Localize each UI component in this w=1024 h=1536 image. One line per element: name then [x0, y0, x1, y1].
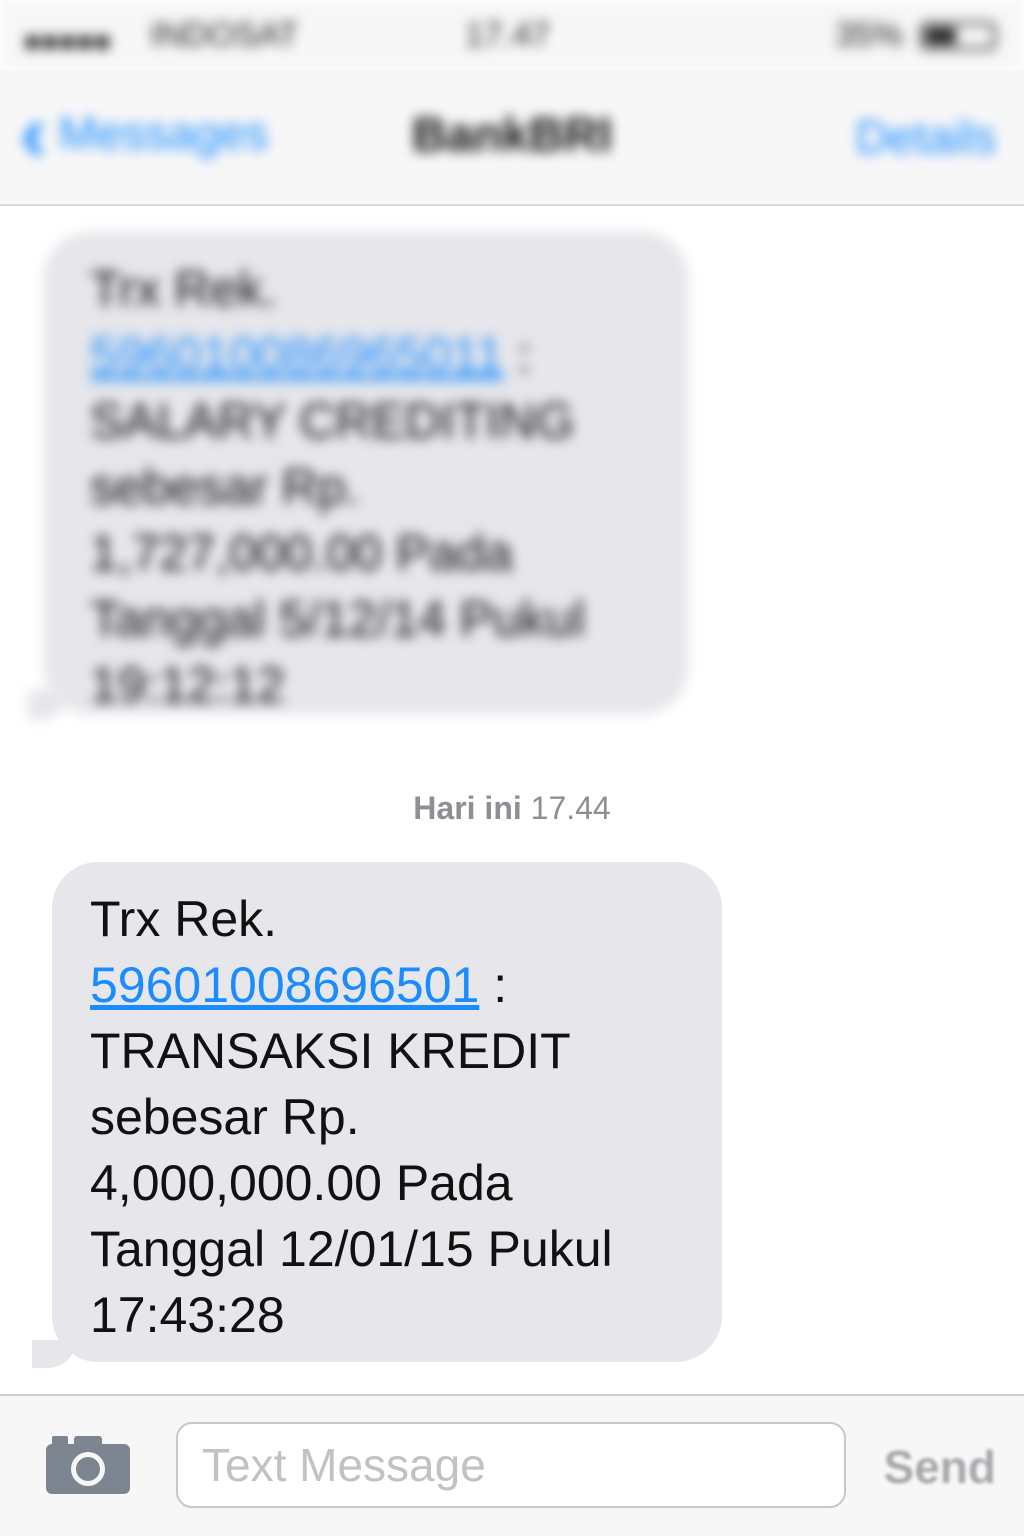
message-line: 59601008696501 :	[90, 952, 692, 1018]
message-bubble-previous[interactable]: Trx Rek. 596010086965011 : SALARY CREDIT…	[44, 232, 688, 714]
separator: :	[493, 957, 508, 1013]
details-button[interactable]: Details	[855, 110, 996, 164]
message-line: 19:12:12	[90, 657, 285, 713]
battery-percentage: 35%	[835, 16, 904, 54]
camera-icon	[46, 1436, 130, 1494]
message-line: Tanggal 12/01/15 Pukul	[90, 1221, 613, 1277]
message-line: sebesar Rp.	[90, 1089, 360, 1145]
message-composer: Send	[0, 1394, 1024, 1536]
message-timestamp: Hari ini 17.44	[0, 790, 1024, 827]
message-line: Trx Rek.	[90, 891, 278, 947]
status-bar: ●●●●● INDOSAT 17.47 35%	[0, 0, 1024, 70]
message-line: Tanggal 5/12/14 Pukul	[90, 591, 585, 647]
separator: :	[517, 327, 532, 383]
signal-strength-icon: ●●●●●	[22, 22, 113, 60]
account-number-link[interactable]: 59601008696501	[90, 957, 479, 1013]
camera-button[interactable]	[44, 1432, 132, 1496]
message-line: 1,727,000.00 Pada	[90, 525, 513, 581]
carrier-name: INDOSAT	[150, 16, 299, 54]
status-time: 17.47	[465, 16, 551, 54]
message-line: sebesar Rp.	[90, 459, 360, 515]
message-line: SALARY CREDITING	[90, 393, 575, 449]
account-number-link[interactable]: 596010086965011	[90, 327, 503, 383]
message-line: 17:43:28	[90, 1287, 285, 1343]
send-button[interactable]: Send	[884, 1440, 996, 1494]
message-line: 596010086965011 :	[90, 322, 648, 388]
message-line: 4,000,000.00 Pada	[90, 1155, 513, 1211]
battery-icon	[920, 22, 996, 50]
message-line: Trx Rek.	[90, 261, 278, 317]
message-line: TRANSAKSI KREDIT	[90, 1023, 571, 1079]
navigation-bar: ‹ Messages BankBRI Details	[0, 70, 1024, 206]
timestamp-time: 17.44	[530, 790, 611, 826]
message-bubble-latest[interactable]: Trx Rek. 59601008696501 : TRANSAKSI KRED…	[52, 862, 722, 1362]
text-message-input[interactable]	[176, 1422, 846, 1508]
messages-screen: ●●●●● INDOSAT 17.47 35% ‹ Messages BankB…	[0, 0, 1024, 1536]
timestamp-day: Hari ini	[413, 790, 522, 826]
